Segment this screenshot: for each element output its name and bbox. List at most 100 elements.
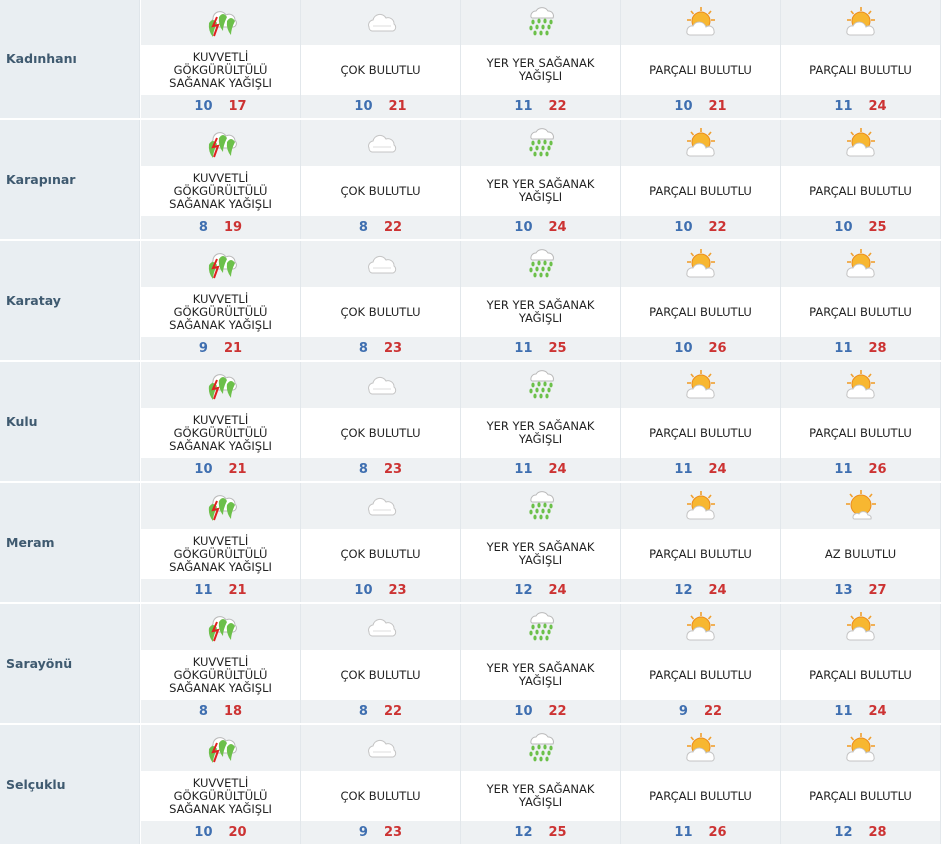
location-name[interactable]: Karapınar (0, 120, 140, 239)
weather-description: PARÇALI BULUTLU (781, 166, 940, 216)
day-forecast-cell: PARÇALI BULUTLU 10 25 (781, 120, 941, 239)
day-forecast-cell: PARÇALI BULUTLU 11 26 (621, 725, 781, 844)
temperature-range: 10 20 (141, 821, 300, 844)
day-forecast-cell: PARÇALI BULUTLU 11 24 (781, 604, 941, 723)
partly-cloudy-icon (683, 126, 719, 160)
min-temperature: 12 (514, 583, 533, 598)
cloud-icon (363, 5, 399, 39)
weather-description: PARÇALI BULUTLU (781, 287, 940, 337)
max-temperature: 21 (223, 341, 243, 356)
weather-description: PARÇALI BULUTLU (621, 650, 780, 700)
weather-description: YER YER SAĞANAK YAĞIŞLI (461, 287, 620, 337)
rain-showers-icon (523, 489, 559, 523)
max-temperature: 21 (388, 99, 407, 114)
temperature-range: 11 28 (781, 337, 940, 360)
min-temperature: 8 (358, 220, 368, 235)
location-name[interactable]: Kadınhanı (0, 0, 140, 118)
weather-description: PARÇALI BULUTLU (621, 771, 780, 821)
temperature-range: 12 24 (461, 579, 620, 602)
temperature-range: 10 24 (461, 216, 620, 239)
thunderstorm-icon (203, 489, 239, 523)
day-forecast-cell: YER YER SAĞANAK YAĞIŞLI 12 24 (461, 483, 621, 602)
partly-cloudy-icon (683, 610, 719, 644)
temperature-range: 10 22 (621, 216, 780, 239)
min-temperature: 10 (514, 220, 533, 235)
icon-band (781, 725, 940, 771)
temperature-range: 8 22 (301, 700, 460, 723)
min-temperature: 12 (834, 825, 853, 840)
temperature-range: 10 17 (141, 95, 300, 118)
icon-band (781, 0, 940, 45)
day-forecast-cell: ÇOK BULUTLU 10 23 (301, 483, 461, 602)
max-temperature: 24 (548, 220, 567, 235)
temperature-range: 10 21 (621, 95, 780, 118)
max-temperature: 23 (383, 825, 403, 840)
min-temperature: 11 (834, 99, 853, 114)
icon-band (461, 120, 620, 166)
temperature-range: 8 19 (141, 216, 300, 239)
icon-band (141, 604, 300, 650)
min-temperature: 10 (194, 825, 213, 840)
min-temperature: 11 (194, 583, 213, 598)
temperature-range: 11 21 (141, 579, 300, 602)
min-temperature: 10 (674, 341, 693, 356)
min-temperature: 12 (514, 825, 533, 840)
temperature-range: 10 26 (621, 337, 780, 360)
max-temperature: 23 (383, 462, 403, 477)
day-forecast-cell: YER YER SAĞANAK YAĞIŞLI 11 22 (461, 0, 621, 118)
thunderstorm-icon (203, 5, 239, 39)
partly-cloudy-icon (843, 247, 879, 281)
location-name[interactable]: Selçuklu (0, 725, 140, 844)
max-temperature: 26 (708, 341, 727, 356)
min-temperature: 11 (514, 99, 533, 114)
min-temperature: 12 (674, 583, 693, 598)
min-temperature: 11 (834, 704, 853, 719)
min-temperature: 8 (358, 704, 368, 719)
temperature-range: 12 24 (621, 579, 780, 602)
icon-band (141, 725, 300, 771)
partly-cloudy-icon (683, 489, 719, 523)
min-temperature: 9 (358, 825, 368, 840)
icon-band (301, 604, 460, 650)
temperature-range: 11 24 (461, 458, 620, 481)
location-name[interactable]: Meram (0, 483, 140, 602)
max-temperature: 28 (868, 341, 887, 356)
max-temperature: 23 (383, 341, 403, 356)
weather-description: PARÇALI BULUTLU (781, 650, 940, 700)
location-name[interactable]: Sarayönü (0, 604, 140, 723)
weather-description: KUVVETLİ GÖKGÜRÜLTÜLÜ SAĞANAK YAĞIŞLI (141, 408, 300, 458)
temperature-range: 10 23 (301, 579, 460, 602)
icon-band (301, 725, 460, 771)
partly-cloudy-icon (683, 731, 719, 765)
temperature-range: 11 25 (461, 337, 620, 360)
forecast-row: Meram KUVVETLİ GÖKGÜRÜLTÜLÜ SAĞANAK YAĞIŞ… (0, 483, 941, 604)
max-temperature: 17 (228, 99, 247, 114)
temperature-range: 12 28 (781, 821, 940, 844)
day-forecast-cell: KUVVETLİ GÖKGÜRÜLTÜLÜ SAĞANAK YAĞIŞLI 10 2… (141, 725, 301, 844)
location-name[interactable]: Karatay (0, 241, 140, 360)
day-forecast-cell: PARÇALI BULUTLU 11 26 (781, 362, 941, 481)
weather-description: YER YER SAĞANAK YAĞIŞLI (461, 45, 620, 95)
day-forecast-cell: ÇOK BULUTLU 8 23 (301, 362, 461, 481)
max-temperature: 25 (548, 341, 567, 356)
max-temperature: 21 (228, 462, 247, 477)
min-temperature: 8 (198, 704, 208, 719)
icon-band (461, 483, 620, 529)
cloud-icon (363, 126, 399, 160)
cloud-icon (363, 731, 399, 765)
weather-description: ÇOK BULUTLU (301, 408, 460, 458)
icon-band (141, 0, 300, 45)
weather-description: YER YER SAĞANAK YAĞIŞLI (461, 408, 620, 458)
min-temperature: 8 (198, 220, 208, 235)
temperature-range: 11 26 (621, 821, 780, 844)
day-forecast-cell: KUVVETLİ GÖKGÜRÜLTÜLÜ SAĞANAK YAĞIŞLI 11 2… (141, 483, 301, 602)
min-temperature: 10 (354, 99, 373, 114)
min-temperature: 11 (834, 341, 853, 356)
temperature-range: 10 21 (141, 458, 300, 481)
weather-description: KUVVETLİ GÖKGÜRÜLTÜLÜ SAĞANAK YAĞIŞLI (141, 650, 300, 700)
day-forecast-cell: PARÇALI BULUTLU 10 22 (621, 120, 781, 239)
location-name[interactable]: Kulu (0, 362, 140, 481)
max-temperature: 24 (868, 99, 887, 114)
day-forecast-cell: PARÇALI BULUTLU 11 24 (621, 362, 781, 481)
temperature-range: 9 23 (301, 821, 460, 844)
